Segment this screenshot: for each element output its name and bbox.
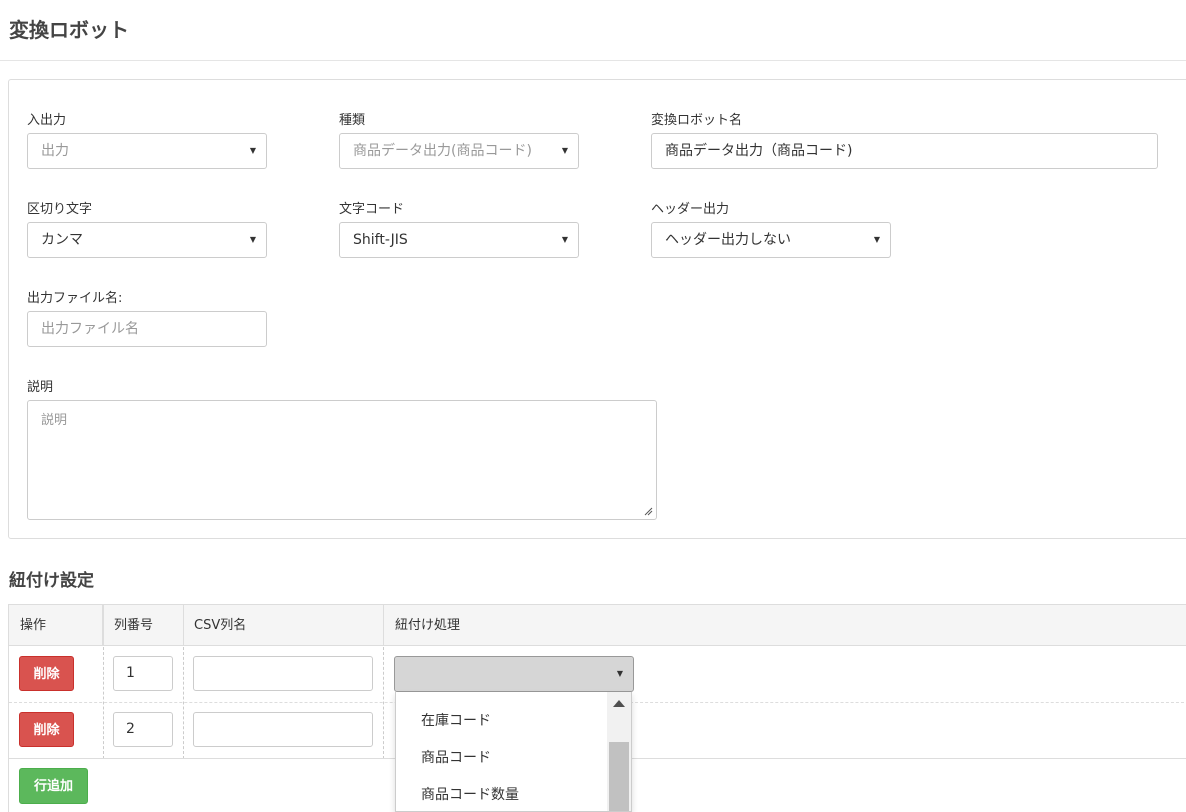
col-header-action: 操作 bbox=[20, 618, 47, 633]
delimiter-label: 区切り文字 bbox=[27, 202, 93, 217]
column-divider bbox=[383, 647, 384, 759]
delimiter-select-value: カンマ bbox=[41, 232, 83, 248]
resize-handle-icon[interactable] bbox=[644, 507, 653, 516]
dropdown-option[interactable]: 商品コード数量 bbox=[421, 784, 519, 804]
mapping-select[interactable]: ▼ bbox=[394, 656, 634, 692]
kind-select[interactable]: 商品データ出力(商品コード) ▼ bbox=[339, 133, 579, 169]
description-placeholder: 説明 bbox=[41, 413, 68, 428]
column-no-input[interactable]: 2 bbox=[113, 712, 173, 747]
scroll-up-arrow-icon[interactable] bbox=[613, 700, 625, 707]
delete-row-button[interactable]: 削除 bbox=[19, 712, 74, 747]
dropdown-scrollbar[interactable] bbox=[607, 692, 631, 811]
column-divider bbox=[383, 605, 384, 646]
mapping-dropdown-list: 在庫コード 商品コード 商品コード数量 bbox=[395, 692, 632, 812]
page-title: 変換ロボット bbox=[9, 18, 129, 42]
add-row-button[interactable]: 行追加 bbox=[19, 768, 88, 804]
caret-down-icon: ▼ bbox=[249, 235, 256, 244]
header-output-select-value: ヘッダー出力しない bbox=[665, 232, 791, 248]
description-textarea[interactable]: 説明 bbox=[27, 400, 657, 520]
header-output-label: ヘッダー出力 bbox=[651, 202, 730, 217]
title-divider bbox=[0, 60, 1186, 61]
delimiter-select[interactable]: カンマ ▼ bbox=[27, 222, 267, 258]
filename-label: 出力ファイル名: bbox=[27, 291, 123, 306]
dropdown-option[interactable]: 商品コード bbox=[421, 747, 491, 767]
header-output-select[interactable]: ヘッダー出力しない ▼ bbox=[651, 222, 891, 258]
kind-label: 種類 bbox=[339, 113, 366, 128]
csv-name-input[interactable] bbox=[193, 712, 373, 747]
delete-row-button[interactable]: 削除 bbox=[19, 656, 74, 691]
kind-select-value: 商品データ出力(商品コード) bbox=[353, 143, 532, 159]
col-header-column-no: 列番号 bbox=[114, 618, 154, 633]
col-header-mapping: 紐付け処理 bbox=[395, 618, 461, 633]
caret-down-icon: ▼ bbox=[249, 146, 256, 155]
dropdown-option[interactable]: 在庫コード bbox=[421, 710, 491, 730]
column-divider bbox=[103, 647, 104, 759]
robot-name-input[interactable]: 商品データ出力（商品コード) bbox=[651, 133, 1158, 169]
encoding-select[interactable]: Shift-JIS ▼ bbox=[339, 222, 579, 258]
caret-down-icon: ▼ bbox=[561, 235, 568, 244]
io-select[interactable]: 出力 ▼ bbox=[27, 133, 267, 169]
robot-name-label: 変換ロボット名 bbox=[651, 113, 743, 128]
table-header: 操作 列番号 CSV列名 紐付け処理 bbox=[9, 605, 1186, 646]
io-label: 入出力 bbox=[27, 113, 67, 128]
column-divider bbox=[102, 605, 104, 646]
caret-down-icon: ▼ bbox=[873, 235, 880, 244]
mapping-section-title: 紐付け設定 bbox=[9, 571, 94, 591]
scrollbar-thumb[interactable] bbox=[609, 742, 629, 811]
caret-down-icon: ▼ bbox=[616, 669, 623, 678]
column-divider bbox=[183, 605, 184, 646]
filename-input[interactable]: 出力ファイル名 bbox=[27, 311, 267, 347]
caret-down-icon: ▼ bbox=[561, 146, 568, 155]
io-select-value: 出力 bbox=[41, 143, 69, 159]
column-no-input[interactable]: 1 bbox=[113, 656, 173, 691]
description-label: 説明 bbox=[27, 380, 54, 395]
csv-name-input[interactable] bbox=[193, 656, 373, 691]
encoding-label: 文字コード bbox=[339, 202, 405, 217]
col-header-csv-name: CSV列名 bbox=[194, 618, 247, 633]
encoding-select-value: Shift-JIS bbox=[353, 232, 408, 248]
column-divider bbox=[183, 647, 184, 759]
